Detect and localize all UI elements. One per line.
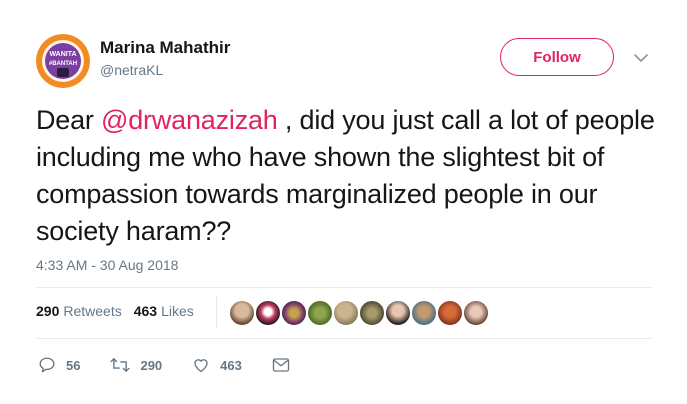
user-handle[interactable]: @netraKL: [100, 61, 230, 79]
more-options-button[interactable]: [634, 50, 650, 64]
tweet-text: Dear @drwanazizah , did you just call a …: [36, 102, 656, 250]
reply-button[interactable]: 56: [38, 356, 80, 374]
liker-avatar[interactable]: [332, 299, 360, 327]
heart-icon: [194, 359, 208, 373]
stats-separator: [216, 296, 217, 328]
like-count: 463: [220, 357, 242, 373]
user-info: Marina Mahathir @netraKL: [100, 38, 230, 79]
liker-avatar[interactable]: [462, 299, 490, 327]
like-button[interactable]: 463: [192, 356, 242, 374]
chevron-down-icon: [634, 54, 648, 62]
likes-count: 463: [133, 303, 158, 319]
retweet-count: 290: [140, 357, 163, 373]
retweets-label: Retweets: [63, 303, 122, 319]
liker-avatar[interactable]: [228, 299, 256, 327]
svg-text:#BANTAH: #BANTAH: [49, 61, 77, 67]
retweet-icon: [110, 358, 131, 372]
mention-link[interactable]: @drwanazizah: [101, 105, 278, 135]
divider: [36, 287, 652, 288]
reply-count: 56: [66, 357, 81, 373]
tweet-text-prefix: Dear: [36, 105, 102, 135]
liker-avatar[interactable]: [358, 299, 386, 327]
liker-avatar[interactable]: [384, 299, 412, 327]
likes-label: Likes: [161, 303, 194, 319]
message-icon: [272, 358, 290, 372]
liker-avatar[interactable]: [436, 299, 464, 327]
follow-button[interactable]: Follow: [500, 38, 614, 76]
svg-text:WANITA: WANITA: [49, 51, 76, 58]
reply-icon: [39, 357, 55, 373]
divider: [36, 338, 652, 339]
retweets-stat[interactable]: 290 Retweets: [36, 303, 122, 319]
retweet-button[interactable]: 290: [110, 356, 162, 374]
display-name[interactable]: Marina Mahathir: [100, 38, 230, 58]
tweet-timestamp[interactable]: 4:33 AM - 30 Aug 2018: [36, 257, 178, 273]
tweet-stats: 290 Retweets 463 Likes: [36, 303, 206, 319]
liker-avatar[interactable]: [254, 299, 282, 327]
avatar-image: WANITA #BANTAH: [36, 34, 90, 88]
liker-avatar[interactable]: [280, 299, 308, 327]
direct-message-button[interactable]: [272, 357, 290, 373]
retweets-count: 290: [36, 303, 60, 319]
likes-stat[interactable]: 463 Likes: [134, 303, 194, 319]
liker-avatars: [228, 299, 490, 327]
tweet-actions: 56 290 463: [38, 356, 320, 374]
liker-avatar[interactable]: [410, 299, 438, 327]
avatar[interactable]: WANITA #BANTAH: [36, 34, 90, 88]
liker-avatar[interactable]: [306, 299, 334, 327]
